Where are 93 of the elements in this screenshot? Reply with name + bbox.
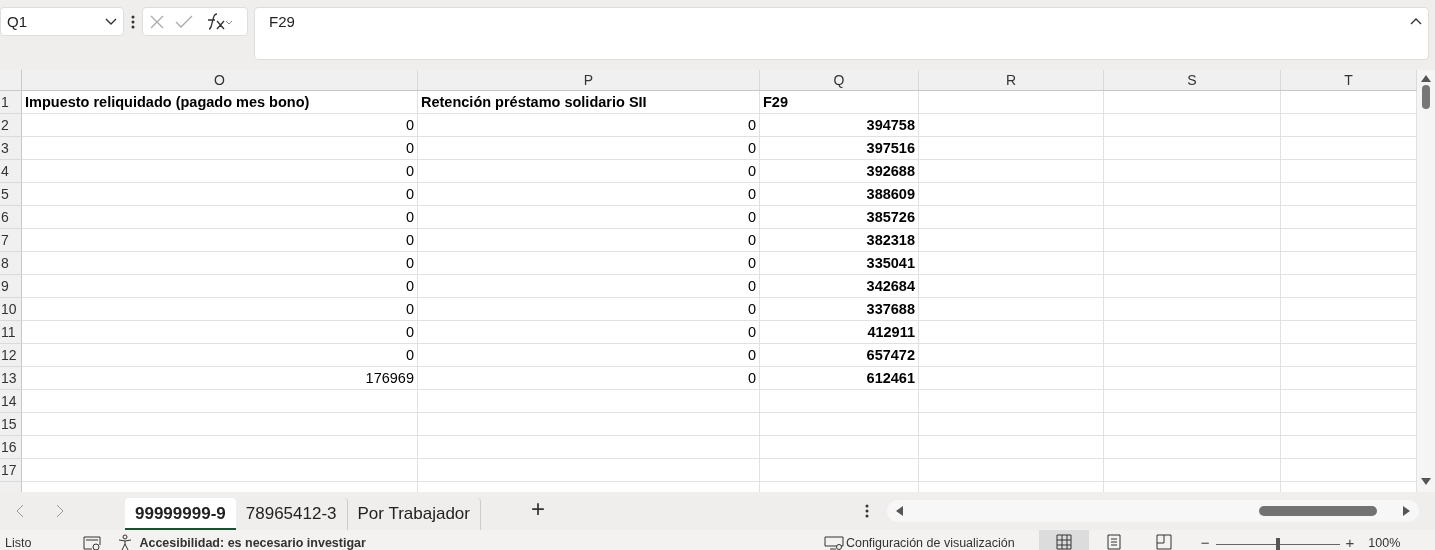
table-cell: 0 — [418, 159, 760, 183]
macro-recording-icon[interactable] — [83, 536, 102, 550]
zoom-out-button[interactable]: − — [1200, 536, 1210, 550]
check-icon[interactable] — [175, 14, 193, 29]
table-cell: 0 — [418, 343, 760, 367]
table-cell: 0 — [418, 274, 760, 298]
table-cell: 335041 — [760, 251, 919, 275]
table-cell: 0 — [22, 228, 418, 252]
table-cell: 612461 — [760, 366, 919, 390]
sheet-tab[interactable]: 99999999-9 — [125, 497, 236, 530]
row-header[interactable]: 1 — [0, 90, 22, 114]
display-settings-icon[interactable] — [823, 536, 844, 550]
collapse-icon[interactable] — [1410, 17, 1422, 25]
row-header[interactable]: 2 — [0, 113, 22, 137]
table-cell: F29 — [760, 90, 919, 114]
table-cell: 385726 — [760, 205, 919, 229]
scroll-up-icon[interactable] — [1421, 73, 1431, 82]
row-header[interactable]: 13 — [0, 366, 22, 390]
zoom-level[interactable]: 100% — [1368, 536, 1401, 550]
table-cell: 382318 — [760, 228, 919, 252]
table-cell: 0 — [418, 320, 760, 344]
table-cell: 342684 — [760, 274, 919, 298]
table-cell: 176969 — [22, 366, 418, 390]
grid-icon — [1055, 534, 1072, 550]
row-header[interactable]: 16 — [0, 435, 22, 459]
scrollbar-thumb[interactable] — [1422, 84, 1430, 109]
table-cell: 0 — [418, 297, 760, 321]
scroll-down-icon[interactable] — [1421, 477, 1431, 486]
row-header[interactable]: 17 — [0, 458, 22, 482]
table-cell: 394758 — [760, 113, 919, 137]
table-cell: Impuesto reliquidado (pagado mes bono) — [22, 90, 418, 114]
table-cell: 0 — [22, 182, 418, 206]
display-settings-label[interactable]: Configuración de visualización — [845, 536, 1015, 550]
table-cell: 0 — [418, 113, 760, 137]
table-cell: 0 — [22, 113, 418, 137]
view-button[interactable] — [1038, 530, 1089, 550]
table-cell: 0 — [22, 205, 418, 229]
table-cell: 0 — [22, 297, 418, 321]
row-header[interactable]: 14 — [0, 389, 22, 413]
table-cell: 0 — [418, 182, 760, 206]
page-icon — [1105, 534, 1122, 550]
vertical-scrollbar[interactable] — [1417, 69, 1435, 492]
scrollbar-thumb[interactable] — [1259, 505, 1377, 516]
table-cell: 0 — [22, 251, 418, 275]
table-cell: 0 — [418, 366, 760, 390]
row-header[interactable]: 5 — [0, 182, 22, 206]
table-cell: Retención préstamo solidario SII — [418, 90, 760, 114]
name-box[interactable]: Q1 — [0, 7, 124, 36]
row-header[interactable]: 10 — [0, 297, 22, 321]
horizontal-scrollbar[interactable] — [887, 499, 1419, 522]
more-icon[interactable] — [130, 14, 136, 30]
row-header[interactable]: 7 — [0, 228, 22, 252]
row-header[interactable]: 3 — [0, 136, 22, 160]
table-cell: 0 — [418, 136, 760, 160]
zoom-in-button[interactable]: + — [1345, 536, 1355, 550]
table-cell: 0 — [418, 205, 760, 229]
row-header[interactable]: 9 — [0, 274, 22, 298]
table-cell: 0 — [418, 228, 760, 252]
row-header[interactable]: 15 — [0, 412, 22, 436]
table-cell: 412911 — [760, 320, 919, 344]
scroll-left-icon[interactable] — [895, 505, 903, 516]
table-cell: 388609 — [760, 182, 919, 206]
table-cell: 657472 — [760, 343, 919, 367]
table-cell: 0 — [418, 251, 760, 275]
column-header[interactable]: O — [22, 69, 418, 90]
more-icon[interactable] — [865, 503, 869, 518]
row-header[interactable]: 12 — [0, 343, 22, 367]
table-cell: 0 — [22, 320, 418, 344]
table-cell: 397516 — [760, 136, 919, 160]
table-cell: 392688 — [760, 159, 919, 183]
accessibility-status[interactable]: Accesibilidad: es necesario investigar — [139, 536, 366, 550]
row-header[interactable]: 6 — [0, 205, 22, 229]
chevron-left-icon — [16, 503, 24, 518]
column-header[interactable]: P — [418, 69, 760, 90]
table-cell: 0 — [22, 159, 418, 183]
table-cell: 0 — [22, 136, 418, 160]
table-cell: 337688 — [760, 297, 919, 321]
sheet-tab[interactable]: Por Trabajador — [347, 497, 481, 530]
table-cell: 0 — [22, 343, 418, 367]
status-text: Listo — [5, 536, 32, 550]
table-cell: 0 — [22, 274, 418, 298]
add-sheet-button[interactable]: + — [481, 494, 575, 527]
sheet-tab[interactable]: 78965412-3 — [235, 497, 348, 530]
row-header[interactable]: 8 — [0, 251, 22, 275]
page-break-icon — [1155, 534, 1172, 550]
column-header[interactable]: S — [1104, 69, 1281, 90]
column-header[interactable]: R — [919, 69, 1104, 90]
row-header[interactable]: 4 — [0, 159, 22, 183]
formula-field[interactable]: F29 — [254, 7, 1429, 60]
chevron-right-icon — [56, 503, 64, 518]
scroll-right-icon[interactable] — [1403, 505, 1411, 516]
row-header[interactable]: 11 — [0, 320, 22, 344]
column-header[interactable]: Q — [760, 69, 919, 90]
